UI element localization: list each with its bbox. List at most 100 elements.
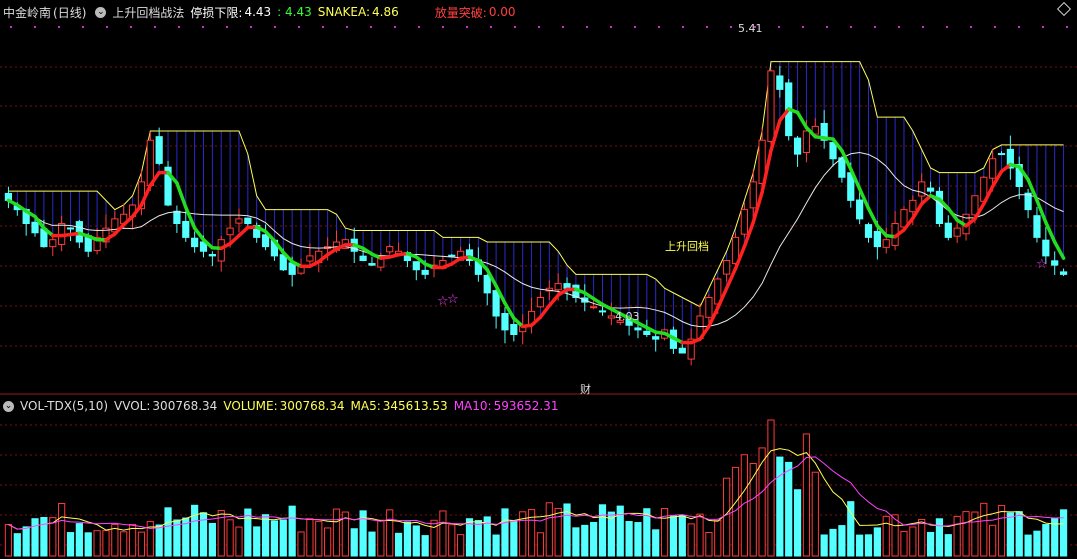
ma10-value: 593652.31 (493, 399, 559, 413)
candle-body (261, 234, 270, 248)
candle-body (1051, 260, 1059, 266)
volume-bar (386, 509, 394, 557)
marker-dot (514, 26, 516, 28)
marker-dot (130, 26, 132, 28)
snake-line (228, 233, 241, 246)
marker-dot (970, 26, 972, 28)
volume-bar (288, 505, 296, 557)
volume-bar (696, 513, 704, 557)
candle-body (634, 327, 642, 331)
candle-body (386, 246, 394, 253)
stop-loss-value: 4.43 (244, 5, 272, 19)
volume-bar (989, 524, 997, 557)
volume-bar (909, 526, 917, 557)
candle-body (155, 136, 163, 164)
candle-body (31, 221, 39, 234)
high-price-label: 5.41 (738, 22, 763, 35)
candle-body (643, 330, 651, 336)
indicator-menu-icon[interactable]: ⌄ (95, 6, 107, 18)
snake-line (1044, 220, 1057, 244)
snake-line (866, 206, 880, 228)
candle-body (723, 260, 731, 275)
marker-dot (490, 26, 492, 28)
ma5-value: 345613.53 (382, 399, 448, 413)
marker-dot (1042, 26, 1044, 28)
volume-bar (838, 525, 846, 557)
volume-bar (40, 516, 48, 557)
volume-bar (953, 515, 961, 557)
candle-body (856, 199, 864, 220)
indicator-name[interactable]: 上升回档战法 (112, 4, 184, 21)
marker-dot (826, 26, 828, 28)
candle-body (208, 254, 216, 257)
volume-bar (315, 520, 323, 557)
stop-loss-label: 停损下限: (190, 5, 243, 20)
volume-bar (492, 534, 500, 557)
candle-body (49, 239, 57, 248)
volume-bar (448, 524, 456, 557)
volume-bar (137, 531, 146, 557)
volume-bar (208, 522, 216, 557)
stock-name: 中金岭南 (3, 5, 52, 20)
candle-body (909, 199, 917, 213)
volume-bar (829, 528, 837, 557)
volume-bar (31, 518, 39, 557)
candle-body (873, 231, 881, 248)
low-price-label: 4.03 (615, 310, 640, 323)
volume-bar (873, 527, 881, 557)
volume-bar (457, 534, 465, 557)
volume-header: ⌄ VOL-TDX(5,10) VVOL: 300768.34 VOLUME: … (0, 397, 564, 415)
marker-dot (538, 26, 540, 28)
marker-dot (370, 26, 372, 28)
volume-bar (926, 531, 935, 557)
volume-bar (191, 504, 199, 557)
volume-bar (84, 532, 92, 557)
volume-bar (776, 456, 784, 557)
cai-label: 财 (580, 383, 591, 396)
candle-body (306, 255, 314, 262)
marker-dot (586, 26, 588, 28)
stock-chart[interactable] (0, 0, 1077, 559)
candle-body (652, 336, 660, 340)
volume-bar (13, 533, 21, 557)
candle-body (368, 263, 376, 266)
marker-dot (58, 26, 60, 28)
marker-dot (346, 26, 348, 28)
volume-bar (1033, 530, 1041, 557)
volume-bar (997, 505, 1006, 557)
volume-bar (75, 523, 83, 557)
volume-bar (687, 523, 695, 557)
volume-bar (439, 510, 447, 557)
candle-body (935, 190, 944, 224)
volume-bar (93, 530, 101, 557)
candle-body (1042, 239, 1050, 257)
volume-menu-icon[interactable]: ⌄ (3, 400, 14, 412)
marker-dot (106, 26, 108, 28)
marker-dot (418, 26, 420, 28)
volume-bar (120, 531, 128, 557)
ma5-label: MA5: (350, 399, 381, 413)
snake-line (538, 303, 552, 319)
volume-bar (501, 508, 509, 557)
marker-dot (898, 26, 900, 28)
volume-bar (590, 521, 598, 557)
marker-dot (778, 26, 780, 28)
volume-bar (598, 504, 607, 557)
star-icon: ☆ (1036, 257, 1048, 272)
candle-body (767, 70, 775, 142)
volume-bar (864, 534, 873, 557)
snake-line (1052, 240, 1066, 260)
volume-bar (235, 526, 243, 557)
candle-body (749, 181, 757, 209)
marker-dot (706, 26, 708, 28)
period: (日线) (53, 5, 87, 20)
volume-indicator[interactable]: VOL-TDX(5,10) (20, 399, 108, 413)
marker-dot (34, 26, 36, 28)
signal-label: 上升回档 (665, 240, 709, 253)
volume-bar (634, 522, 642, 557)
marker-dot (874, 26, 876, 28)
volume-bar (430, 519, 438, 557)
ma10-label: MA10: (453, 399, 492, 413)
volume-bar (1042, 524, 1050, 557)
candle-body (989, 158, 997, 179)
